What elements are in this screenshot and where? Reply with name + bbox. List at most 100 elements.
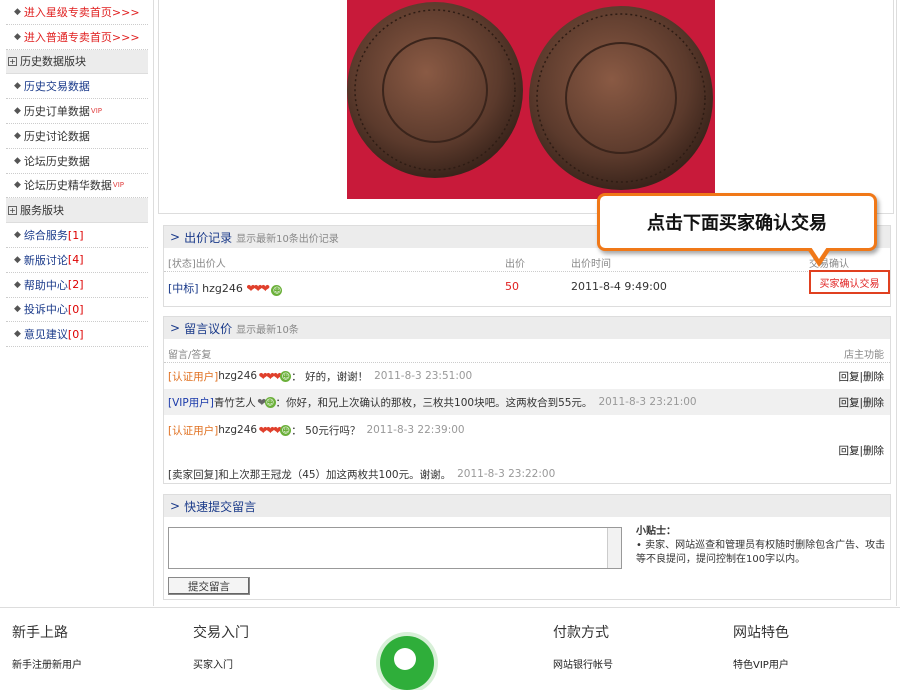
smiley-icon: ☺ (280, 370, 292, 382)
footer-link[interactable]: 新手注册新用户 (12, 656, 82, 671)
expand-icon: + (8, 205, 17, 215)
tips-text: • 卖家、网站巡查和管理员有权随时删除包含广告、攻击等不良提问，提问控制在100… (636, 540, 886, 565)
seller-reply-text: [卖家回复]和上次那王冠龙（45）加这两枚共100元。谢谢。 (168, 468, 452, 481)
footer-title: 网站特色 (733, 625, 789, 641)
comment-user[interactable]: hzg246 (218, 370, 257, 382)
comment-user[interactable]: hzg246 (218, 424, 257, 436)
sidebar-item-label: 论坛历史精华数据 (23, 179, 112, 193)
sidebar-promo-star-shop[interactable]: ◆ 进入星级专卖首页>>> (6, 0, 148, 25)
delete-link[interactable]: 删除 (863, 445, 884, 457)
comment-time: 2011-8-3 22:39:00 (366, 424, 465, 436)
sidebar-item-general-service[interactable]: ◆ 综合服务 [1] (6, 223, 148, 248)
sidebar-item-label: 进入普通专卖首页>>> (23, 30, 140, 44)
footer-link[interactable]: 特色VIP用户 (733, 656, 789, 671)
footer-link[interactable]: 买家入门 (193, 656, 249, 671)
sidebar-item-history-orders[interactable]: ◆ 历史订单数据 VIP (6, 99, 148, 124)
user-tag: [认证用户] (168, 370, 219, 383)
arrow-bullet-icon: ◆ (14, 180, 21, 191)
delete-link[interactable]: 删除 (863, 397, 884, 409)
sidebar-section-service[interactable]: + 服务版块 (6, 198, 148, 224)
comment-time: 2011-8-3 23:51:00 (374, 370, 473, 382)
sidebar-item-forum-essence[interactable]: ◆ 论坛历史精华数据 VIP (6, 174, 148, 199)
seller-reply-row: [卖家回复]和上次那王冠龙（45）加这两枚共100元。谢谢。 2011-8-3 … (164, 461, 890, 487)
footer-title: 新手上路 (12, 625, 68, 641)
message-textarea[interactable] (168, 527, 622, 569)
footer-link[interactable]: 网站银行帐号 (553, 656, 613, 671)
col-bidder: [状态]出价人 (168, 259, 226, 270)
sidebar-item-label: 论坛历史数据 (23, 154, 90, 168)
main-content: 点击下面买家确认交易 > 出价记录 显示最新10条出价记录 [状态]出价人 出价… (153, 0, 897, 606)
reply-link[interactable]: 回复 (838, 371, 859, 383)
section-title: 服务版块 (20, 204, 64, 218)
comment-time: 2011-8-3 23:21:00 (598, 396, 697, 408)
buyer-confirm-button[interactable]: 买家确认交易 (809, 270, 890, 294)
comment-text: ： 好的，谢谢！ (291, 370, 369, 383)
bid-status: [中标] (168, 282, 199, 295)
table-row: [中标] hzg246 ❤❤❤ ☺ 50 2011-8-4 9:49:00 买家… (164, 270, 890, 300)
sidebar-item-suggestions[interactable]: ◆ 意见建议 [0] (6, 322, 148, 348)
arrow-bullet-icon: ◆ (14, 304, 21, 315)
count-badge: [2] (67, 278, 84, 292)
sidebar-section-history[interactable]: + 历史数据版块 (6, 49, 148, 75)
sidebar-item-history-trade[interactable]: ◆ 历史交易数据 (6, 74, 148, 100)
panel-title: 快速提交留言 (184, 499, 257, 514)
reply-link[interactable]: 回复 (838, 397, 859, 409)
coin-photo[interactable] (347, 0, 715, 199)
sidebar-item-label[interactable]: 投诉中心 (24, 301, 68, 317)
sidebar-item-label[interactable]: 历史交易数据 (24, 78, 90, 94)
user-tag: [认证用户] (168, 424, 219, 437)
arrow-bullet-icon: ◆ (14, 31, 21, 42)
sidebar-item-label[interactable]: 新版讨论 (24, 252, 68, 268)
arrow-bullet-icon: ◆ (14, 254, 21, 265)
sidebar-item-new-discussion[interactable]: ◆ 新版讨论 [4] (6, 248, 148, 273)
arrow-bullet-icon: ◆ (14, 106, 21, 117)
seller-reply-time: 2011-8-3 23:22:00 (457, 468, 556, 480)
sidebar-item-label: 进入星级专卖首页>>> (23, 5, 140, 19)
arrow-bullet-icon: ◆ (14, 230, 21, 241)
comment-user[interactable]: 青竹艺人 (214, 395, 256, 410)
comment-row: [VIP用户] 青竹艺人 ❤ ☺ ：你好，和兄上次确认的那枚，三枚共100块吧。… (164, 389, 890, 415)
footer: 新手上路 新手注册新用户 交易入门 买家入门 付款方式 网站银行帐号 网站特色 … (0, 607, 900, 690)
sidebar-item-complaint-center[interactable]: ◆ 投诉中心 [0] (6, 298, 148, 323)
chevron-right-icon: > (170, 321, 181, 335)
heart-rating-icon: ❤ (255, 395, 266, 409)
textarea-scrollbar[interactable] (607, 528, 621, 568)
vip-badge: VIP (90, 107, 102, 116)
sidebar-promo-normal-shop[interactable]: ◆ 进入普通专卖首页>>> (6, 25, 148, 50)
chevron-right-icon: > (170, 499, 181, 513)
reply-link[interactable]: 回复 (838, 445, 859, 457)
submit-message-button[interactable]: 提交留言 (168, 577, 250, 595)
col-owner-functions: 店主功能 (844, 350, 884, 361)
bidder-name[interactable]: hzg246 (202, 282, 243, 295)
footer-column-trade: 交易入门 买家入门 (193, 622, 249, 671)
sidebar-item-label[interactable]: 综合服务 (24, 227, 68, 243)
sidebar-item-label[interactable]: 帮助中心 (24, 277, 68, 293)
arrow-bullet-icon: ◆ (14, 155, 21, 166)
comments-panel: > 留言议价 显示最新10条 留言/答复 店主功能 [认证用户] hzg246 … (163, 316, 891, 484)
vip-badge: VIP (112, 181, 124, 190)
bid-time: 2011-8-4 9:49:00 (571, 280, 667, 293)
item-photo-box (158, 0, 894, 214)
footer-column-payment: 付款方式 网站银行帐号 (553, 622, 613, 671)
comment-text: ：你好，和兄上次确认的那枚，三枚共100块吧。这两枚合到55元。 (275, 396, 593, 409)
sidebar-item-label[interactable]: 意见建议 (24, 326, 68, 342)
panel-title: 留言议价 (184, 321, 233, 336)
sidebar-item-help-center[interactable]: ◆ 帮助中心 [2] (6, 273, 148, 298)
coins-image (347, 2, 713, 190)
table-header: 留言/答复 店主功能 (164, 339, 890, 363)
heart-rating-icon: ❤❤❤ (246, 282, 270, 295)
smiley-icon: ☺ (280, 424, 292, 436)
bid-price: 50 (505, 280, 519, 293)
sidebar-item-history-discussion[interactable]: ◆ 历史讨论数据 (6, 124, 148, 149)
delete-link[interactable]: 删除 (863, 371, 884, 383)
comment-row: [认证用户] hzg246 ❤❤❤ ☺ ： 50元行吗？ 2011-8-3 22… (164, 415, 890, 445)
sidebar-item-forum-history[interactable]: ◆ 论坛历史数据 (6, 149, 148, 174)
chevron-right-icon: > (170, 230, 181, 244)
comment-row: [认证用户] hzg246 ❤❤❤ ☺ ： 好的，谢谢！ 2011-8-3 23… (168, 369, 884, 383)
smiley-icon: ☺ (271, 285, 283, 296)
footer-title: 付款方式 (553, 625, 609, 641)
arrow-bullet-icon: ◆ (14, 6, 21, 17)
arrow-bullet-icon: ◆ (14, 81, 21, 92)
instruction-callout: 点击下面买家确认交易 (597, 193, 877, 251)
arrow-bullet-icon: ◆ (14, 279, 21, 290)
